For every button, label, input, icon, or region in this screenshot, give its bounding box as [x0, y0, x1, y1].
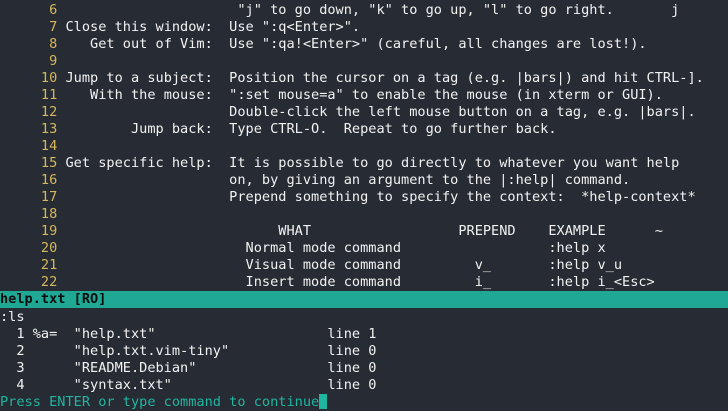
help-line: 22 Insert mode command i_ :help i_<Esc> [0, 274, 655, 291]
help-line: 11 With the mouse: ":set mouse=a" to ena… [0, 87, 663, 104]
help-line: 9 [0, 53, 65, 70]
help-line: 20 Normal mode command :help x [0, 240, 606, 257]
help-line-text: Visual mode command v_ :help v_u [65, 257, 623, 273]
buffer-list-item: 1 %a= "help.txt" line 1 [0, 326, 376, 343]
help-line: 13 Jump back: Type CTRL-O. Repeat to go … [0, 121, 557, 138]
line-number: 21 [40, 257, 58, 273]
help-line: 17 Prepend something to specify the cont… [0, 189, 696, 206]
buffer-list-text: 3 "README.Debian" line 0 [0, 360, 377, 376]
help-line-text: Jump to a subject: Position the cursor o… [65, 70, 704, 86]
help-line-text: Get out of Vim: Use ":qa!<Enter>" (caref… [65, 36, 647, 52]
help-line: 15 Get specific help: It is possible to … [0, 155, 679, 172]
line-number: 13 [40, 121, 58, 137]
help-line: 7 Close this window: Use ":q<Enter>". [0, 19, 360, 36]
help-line: 16 on, by giving an argument to the |:he… [0, 172, 630, 189]
status-line-label: help.txt [RO] [0, 291, 107, 307]
buffer-list-item: 2 "help.txt.vim-tiny" line 0 [0, 343, 376, 360]
buffer-list-text: 1 %a= "help.txt" line 1 [0, 326, 377, 342]
command-echo: :ls [0, 309, 25, 326]
block-cursor [319, 394, 328, 409]
help-line-text: Insert mode command i_ :help i_<Esc> [65, 274, 655, 290]
line-number: 15 [40, 155, 58, 171]
help-line-text: Jump back: Type CTRL-O. Repeat to go fur… [65, 121, 557, 137]
buffer-list-text: 2 "help.txt.vim-tiny" line 0 [0, 343, 377, 359]
help-line-text: on, by giving an argument to the |:help|… [65, 172, 631, 188]
line-number: 12 [40, 104, 58, 120]
terminal-window[interactable]: 6 "j" to go down, "k" to go up, "l" to g… [0, 0, 728, 410]
help-line-text: Double-click the left mouse button on a … [65, 104, 696, 120]
continue-prompt: Press ENTER or type command to continue [0, 394, 320, 410]
help-line: 6 "j" to go down, "k" to go up, "l" to g… [0, 2, 679, 19]
buffer-list-text: 4 "syntax.txt" line 0 [0, 377, 377, 393]
help-line-text: "j" to go down, "k" to go up, "l" to go … [65, 2, 680, 18]
line-number: 17 [40, 189, 58, 205]
line-number: 10 [40, 70, 58, 86]
help-line: 18 [0, 206, 65, 223]
help-line: 21 Visual mode command v_ :help v_u [0, 257, 622, 274]
line-number: 16 [40, 172, 58, 188]
help-line: 10 Jump to a subject: Position the curso… [0, 70, 704, 87]
help-line-text: Close this window: Use ":q<Enter>". [65, 19, 361, 35]
line-number: 11 [40, 87, 58, 103]
status-line: help.txt [RO] [0, 291, 728, 308]
line-number [0, 2, 49, 18]
buffer-list-item: 4 "syntax.txt" line 0 [0, 377, 376, 394]
line-number: 22 [40, 274, 58, 290]
help-line: 19 WHAT PREPEND EXAMPLE ~ [0, 223, 663, 240]
ls-command-text: :ls [0, 309, 25, 325]
help-line: 12 Double-click the left mouse button on… [0, 104, 696, 121]
command-line[interactable]: Press ENTER or type command to continue [0, 394, 328, 411]
help-line-text: Normal mode command :help x [65, 240, 606, 256]
help-line: 14 [0, 138, 65, 155]
line-number: 19 [40, 223, 58, 239]
help-line-text: WHAT PREPEND EXAMPLE ~ [65, 223, 663, 239]
help-line-text: With the mouse: ":set mouse=a" to enable… [65, 87, 663, 103]
help-line-text: Get specific help: It is possible to go … [65, 155, 680, 171]
line-number: 18 [40, 206, 58, 222]
line-number: 20 [40, 240, 58, 256]
help-line: 8 Get out of Vim: Use ":qa!<Enter>" (car… [0, 36, 647, 53]
help-line-text: Prepend something to specify the context… [65, 189, 696, 205]
line-number: 14 [40, 138, 58, 154]
buffer-list-item: 3 "README.Debian" line 0 [0, 360, 376, 377]
